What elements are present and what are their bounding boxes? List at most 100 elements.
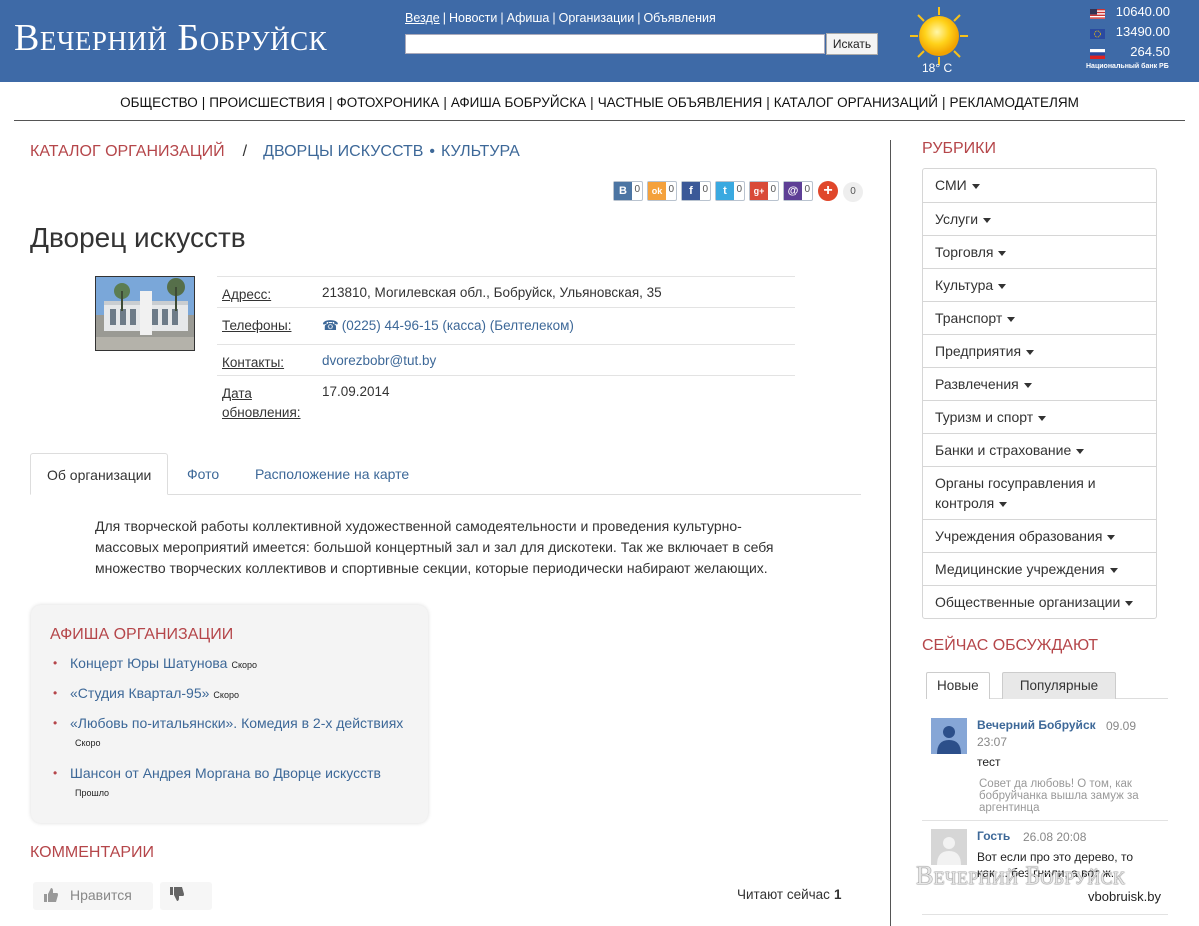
share-google-plus[interactable]: g+ 0 — [749, 181, 779, 201]
contacts-row: Контакты: dvorezbobr@tut.by — [217, 344, 795, 376]
afisha-title: Афиша организации — [50, 626, 234, 643]
organization-tabs: Об организации Фото Расположение на карт… — [30, 453, 861, 495]
rubric-government[interactable]: Органы госуправления и контроля — [923, 466, 1156, 519]
rate-rub: 264.50 — [1090, 44, 1170, 60]
nav-catalog[interactable]: КАТАЛОГ ОРГАНИЗАЦИЙ — [774, 95, 938, 110]
caret-down-icon — [1038, 415, 1047, 421]
site-header: Вечерний Бобруйск Везде | Новости | Афиша | Ор… — [0, 0, 1199, 82]
nav-advertisers[interactable]: РЕКЛАМОДАТЕЛЯМ — [950, 95, 1079, 110]
scope-everywhere-link[interactable]: Везде — [405, 11, 440, 25]
address-row: Адресс: 213810, Могилевская обл., Бобруй… — [217, 276, 795, 308]
us-flag-icon — [1090, 7, 1105, 19]
share-count: 0 — [668, 184, 674, 195]
search-input[interactable] — [405, 34, 825, 54]
caret-down-icon — [1107, 534, 1116, 540]
bullet-icon: • — [53, 716, 58, 730]
rubric-tourism-sport[interactable]: Туризм и спорт — [923, 400, 1156, 433]
rubric-education[interactable]: Учреждения образования — [923, 519, 1156, 552]
like-button[interactable]: Нравится — [33, 882, 153, 910]
breadcrumb-culture[interactable]: КУЛЬТУРА — [441, 143, 520, 160]
search-scope-links: Везде | Новости | Афиша | Организации | Объявлен… — [405, 11, 716, 25]
nav-incidents[interactable]: ПРОИСШЕСТВИЯ — [209, 95, 325, 110]
rubric-services[interactable]: Услуги — [923, 202, 1156, 235]
rubric-entertainment[interactable]: Развлечения — [923, 367, 1156, 400]
tab-about[interactable]: Об организации — [30, 453, 169, 495]
search-button[interactable]: Искать — [826, 33, 878, 55]
phone-link[interactable]: ☎ (0225) 44-96-15 (касса) (Белтелеком) — [322, 318, 574, 334]
avatar — [931, 829, 967, 865]
tab-map[interactable]: Расположение на карте — [239, 453, 425, 495]
caret-down-icon — [1026, 349, 1035, 355]
caret-down-icon — [998, 250, 1007, 256]
discussion-time: 23:07 — [977, 735, 1008, 749]
rubric-enterprises[interactable]: Предприятия — [923, 334, 1156, 367]
reading-count: 1 — [833, 887, 842, 902]
breadcrumb-catalog[interactable]: КАТАЛОГ ОРГАНИЗАЦИЙ — [30, 143, 225, 160]
tab-new[interactable]: Новые — [926, 672, 990, 699]
rubric-medical[interactable]: Медицинские учреждения — [923, 552, 1156, 585]
thumbs-up-icon — [43, 887, 59, 907]
nav-photo-chronicle[interactable]: ФОТОХРОНИКА — [336, 95, 439, 110]
discussion-date: 09.09 — [1106, 719, 1137, 733]
share-total-count: 0 — [843, 182, 863, 202]
facebook-icon: f — [682, 182, 700, 200]
afisha-item-link[interactable]: «Студия Квартал-95» — [70, 685, 209, 701]
scope-afisha-link[interactable]: Афиша — [507, 11, 550, 25]
share-mail[interactable]: @ 0 — [783, 181, 813, 201]
bullet-icon: • — [53, 686, 58, 700]
scope-news-link[interactable]: Новости — [449, 11, 497, 25]
phones-row: Телефоны: ☎ (0225) 44-96-15 (касса) (Бел… — [217, 307, 795, 345]
share-count: 0 — [804, 184, 810, 195]
discussion-author[interactable]: Вечерний Бобруйск — [977, 718, 1096, 732]
share-count: 0 — [634, 184, 640, 195]
rubric-trade[interactable]: Торговля — [923, 235, 1156, 268]
afisha-item: • Концерт Юры Шатунова Скоро — [53, 653, 416, 675]
tab-photo[interactable]: Фото — [171, 453, 235, 495]
phone-icon: ☎ — [322, 318, 339, 333]
scope-organizations-link[interactable]: Организации — [559, 11, 635, 25]
breadcrumb-separator: / — [242, 143, 248, 160]
share-odnoklassniki[interactable]: ok 0 — [647, 181, 677, 201]
caret-down-icon — [1109, 567, 1118, 573]
rates-source: Национальный банк РБ — [1086, 63, 1169, 70]
dislike-button[interactable] — [160, 882, 212, 910]
about-text: Для творческой работы коллективной худож… — [95, 518, 774, 576]
discussion-divider — [922, 914, 1168, 915]
share-twitter[interactable]: t 0 — [715, 181, 745, 201]
share-facebook[interactable]: f 0 — [681, 181, 711, 201]
share-vk[interactable]: B 0 — [613, 181, 643, 201]
discussion-date: 26.08 20:08 — [1023, 830, 1087, 844]
rubric-media[interactable]: СМИ — [923, 169, 1156, 202]
share-more-icon[interactable]: + — [818, 181, 838, 201]
site-logo[interactable]: Вечерний Бобруйск — [14, 16, 327, 60]
afisha-item-link[interactable]: Шансон от Андрея Моргана во Дворце искус… — [70, 765, 381, 781]
nav-afisha[interactable]: АФИША БОБРУЙСКА — [451, 95, 586, 110]
tab-popular[interactable]: Популярные — [1002, 672, 1116, 699]
thumbs-down-icon — [169, 886, 185, 906]
nav-society[interactable]: ОБЩЕСТВО — [120, 95, 198, 110]
nav-private-ads[interactable]: ЧАСТНЫЕ ОБЪЯВЛЕНИЯ — [598, 95, 763, 110]
eu-flag-icon — [1090, 27, 1105, 39]
watermark-logo: Вечерний Бобруйск — [916, 861, 1126, 890]
afisha-item-link[interactable]: «Любовь по-итальянски». Комедия в 2-х де… — [70, 715, 403, 731]
like-label: Нравится — [70, 887, 132, 903]
bullet-icon: • — [53, 766, 58, 780]
afisha-item-link[interactable]: Концерт Юры Шатунова — [70, 655, 227, 671]
temperature: 18° C — [922, 61, 953, 75]
caret-down-icon — [1125, 600, 1134, 606]
column-divider — [890, 140, 891, 926]
rubric-banks-insurance[interactable]: Банки и страхование — [923, 433, 1156, 466]
organization-photo[interactable] — [95, 276, 195, 351]
rubric-transport[interactable]: Транспорт — [923, 301, 1156, 334]
discussion-author[interactable]: Гость — [977, 829, 1010, 843]
email-link[interactable]: dvorezbobr@tut.by — [322, 353, 436, 368]
breadcrumb-palaces[interactable]: ДВОРЦЫ ИСКУССТВ — [263, 143, 423, 160]
rate-eur: 13490.00 — [1090, 24, 1170, 40]
scope-ads-link[interactable]: Объявления — [643, 11, 715, 25]
discussion-article-link[interactable]: Совет да любовь! О том, как бобруйчанка … — [979, 778, 1157, 814]
afisha-item-status: Скоро — [75, 738, 101, 748]
rubric-culture[interactable]: Культура — [923, 268, 1156, 301]
caret-down-icon — [998, 283, 1007, 289]
rubric-public-orgs[interactable]: Общественные организации — [923, 585, 1156, 618]
afisha-item: • Шансон от Андрея Моргана во Дворце иску… — [53, 763, 416, 803]
